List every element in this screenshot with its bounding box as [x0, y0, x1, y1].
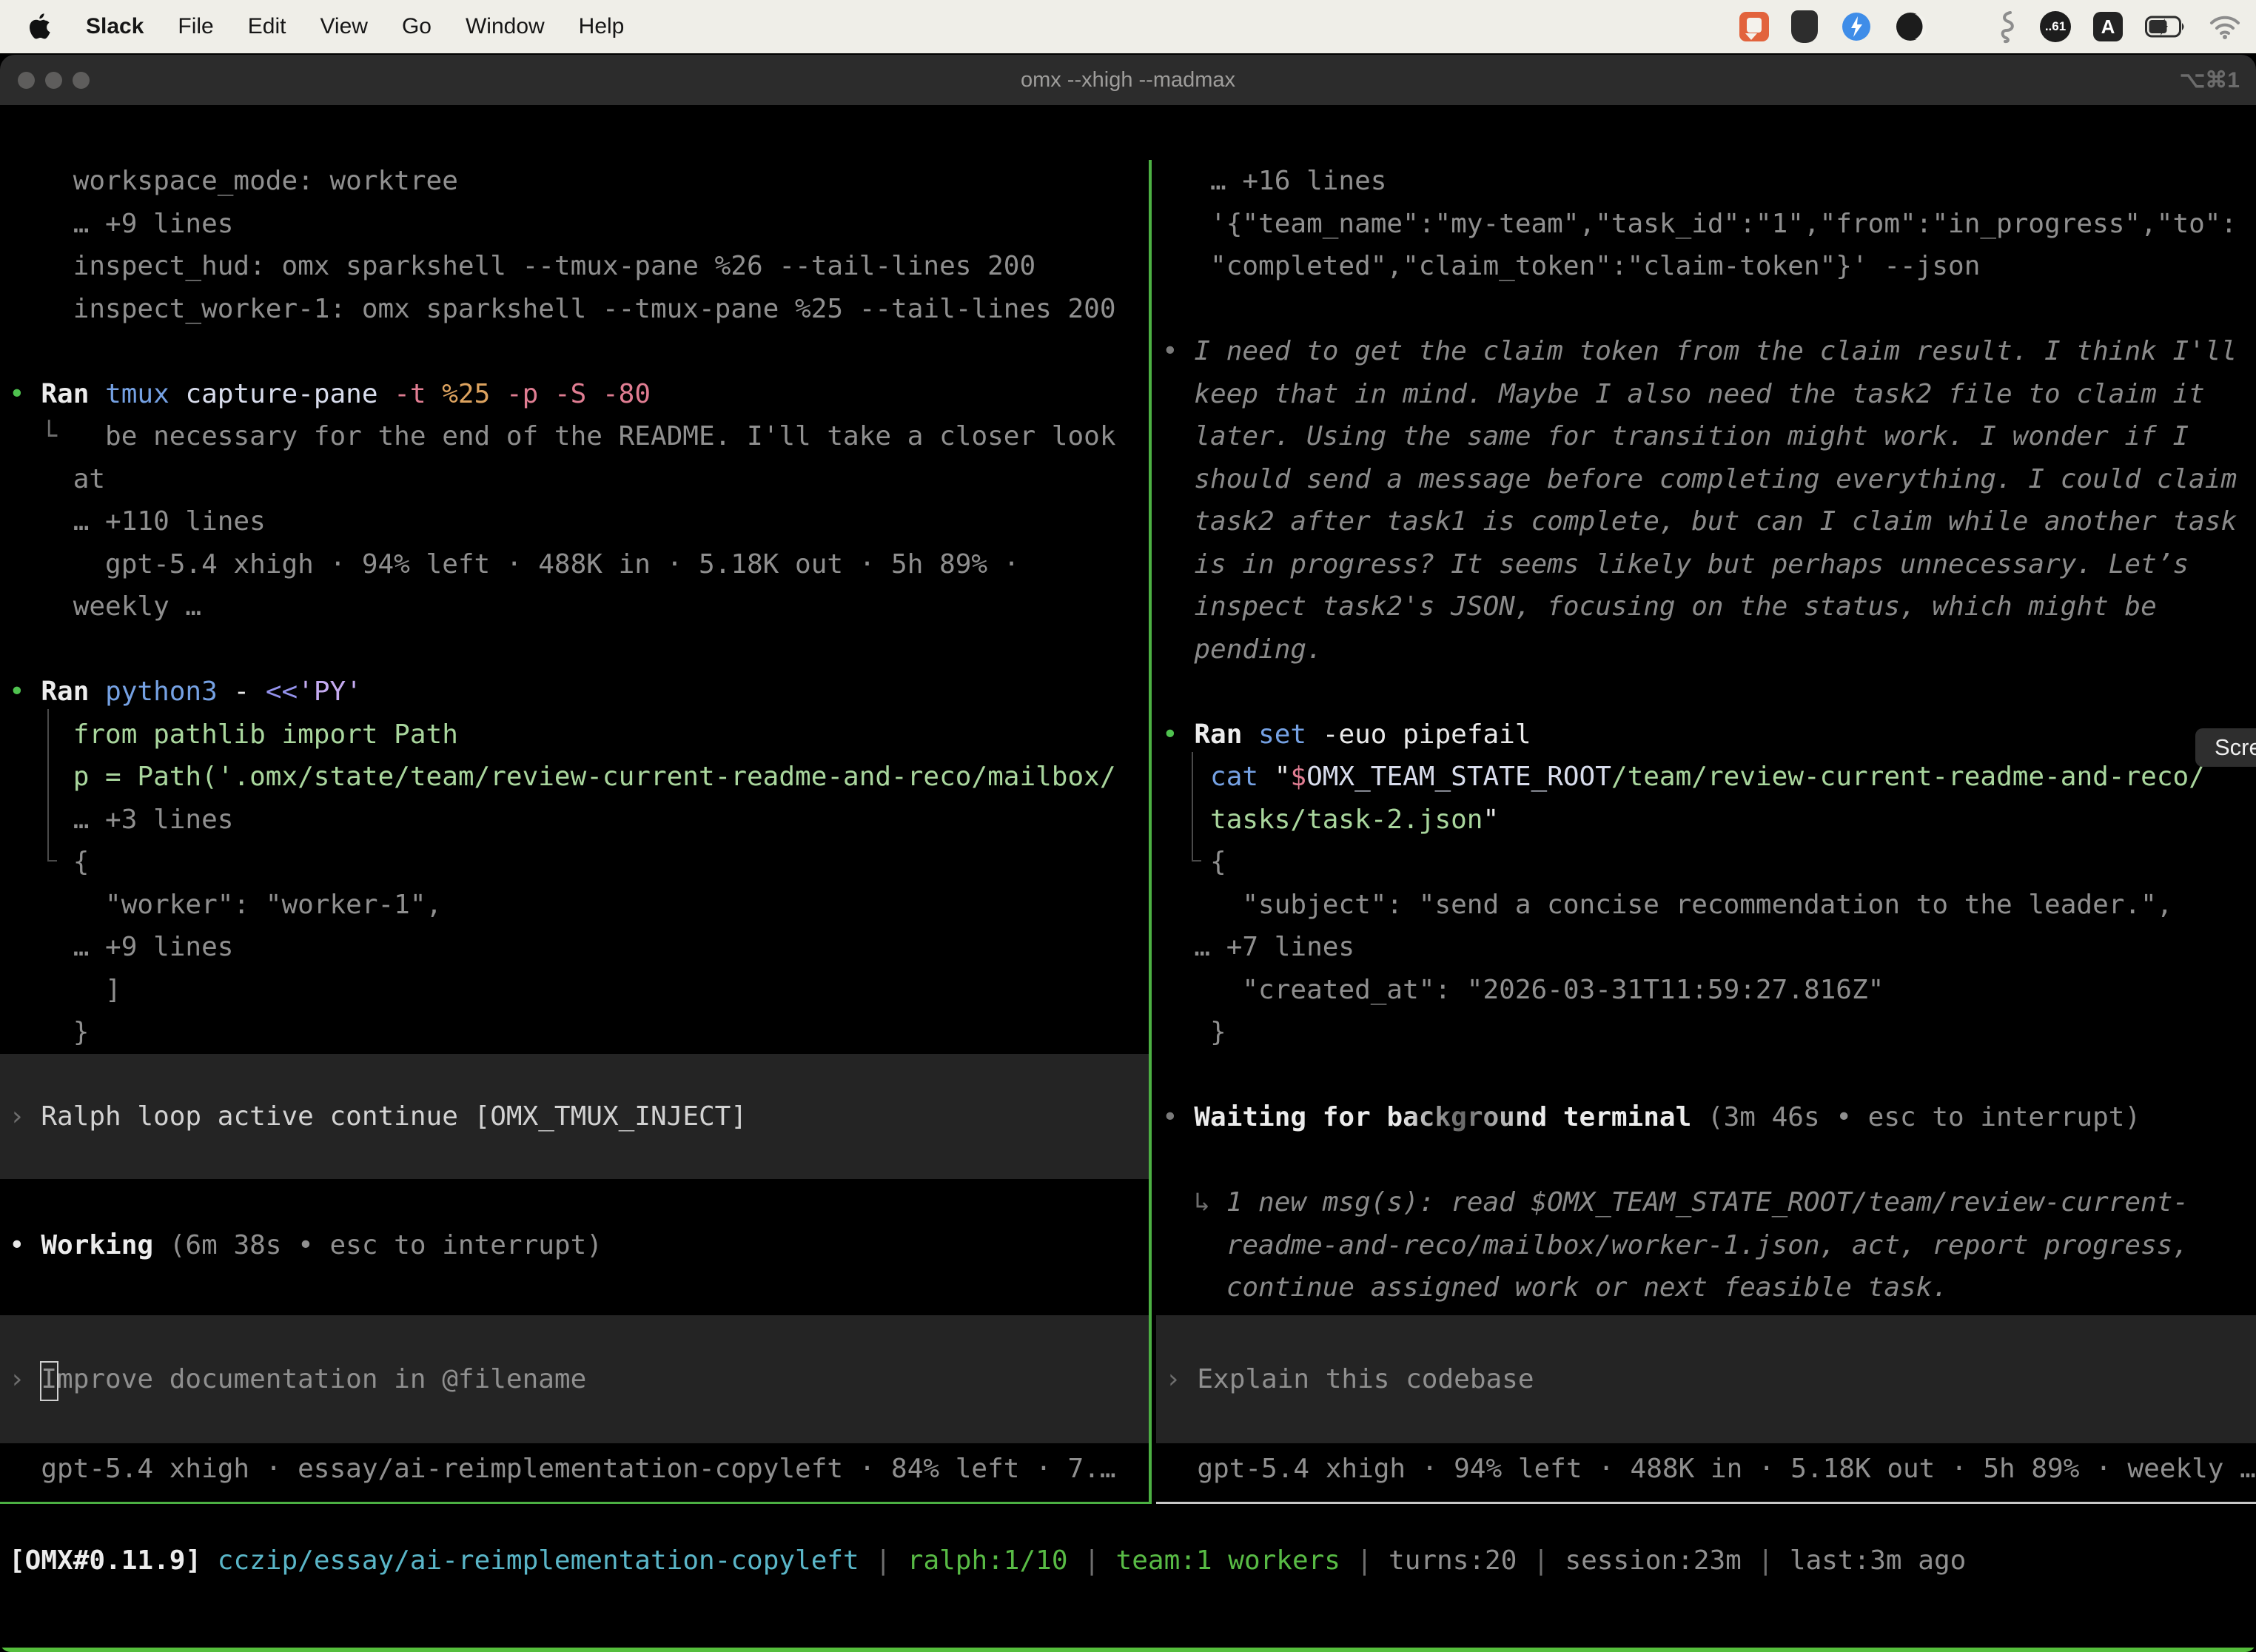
window-titlebar: omx --xhigh --madmax ⌥⌘1 — [0, 55, 2256, 105]
terminal-line: ↳ 1 new msg(s): read $OMX_TEAM_STATE_ROO… — [1156, 1181, 2256, 1224]
terminal-line: "created_at": "2026-03-31T11:59:27.816Z" — [1156, 969, 2256, 1012]
terminal-line — [0, 1181, 1149, 1224]
terminal-line: inspect_hud: omx sparkshell --tmux-pane … — [0, 245, 1149, 288]
input-source-icon[interactable]: A — [2093, 12, 2123, 41]
terminal-line: inspect_worker-1: omx sparkshell --tmux-… — [0, 288, 1149, 331]
terminal-line: • Working (6m 38s • esc to interrupt) — [0, 1224, 1149, 1267]
terminal-line: • Ran tmux capture-pane -t %25 -p -S -80 — [0, 373, 1149, 416]
terminal-line: p = Path('.omx/state/team/review-current… — [0, 756, 1149, 799]
tmux-pane-left[interactable]: workspace_mode: worktree … +9 lines insp… — [0, 160, 1149, 1504]
terminal-line: … +9 lines — [0, 203, 1149, 246]
tooltip: Scre — [2195, 728, 2256, 767]
menu-view[interactable]: View — [320, 14, 367, 39]
terminal-line: continue assigned work or next feasible … — [1156, 1266, 2256, 1309]
terminal-line — [1156, 288, 2256, 331]
squiggle-icon[interactable] — [1995, 10, 2018, 44]
contrast-circle-icon[interactable] — [1895, 11, 1926, 42]
menu-edit[interactable]: Edit — [248, 14, 286, 39]
window-title: omx --xhigh --madmax — [0, 68, 2256, 93]
menu-bar: Slack File Edit View Go Window Help ..61 — [0, 0, 2256, 53]
terminal-line — [1156, 671, 2256, 713]
battery-icon[interactable] — [2145, 16, 2186, 38]
terminal-band-line: › Ralph loop active continue [OMX_TMUX_I… — [0, 1054, 1149, 1179]
terminal-line: … +16 lines — [1156, 160, 2256, 203]
pane-left-status: gpt-5.4 xhigh · essay/ai-reimplementatio… — [0, 1448, 1149, 1491]
terminal-line: } — [1156, 1011, 2256, 1054]
terminal-line: • Waiting for background terminal (3m 46… — [1156, 1096, 2256, 1139]
tmux-pane-right[interactable]: … +16 lines '{"team_name":"my-team","tas… — [1156, 160, 2256, 1504]
terminal-line: "worker": "worker-1", — [0, 884, 1149, 927]
terminal-line: ] — [0, 969, 1149, 1012]
terminal-window: omx --xhigh --madmax ⌥⌘1 workspace_mode:… — [0, 55, 2256, 1652]
terminal-line: … +3 lines — [0, 799, 1149, 842]
terminal-line: at — [0, 458, 1149, 501]
screen-record-icon[interactable] — [1739, 12, 1769, 41]
pane-divider[interactable] — [1149, 160, 1152, 1504]
tmux-status-bar: [omx-cczip0:bash* "MacBook-Pro-44.local"… — [0, 1648, 2256, 1652]
terminal-line: keep that in mind. Maybe I also need the… — [1156, 373, 2256, 416]
blue-bolt-badge-icon[interactable] — [1840, 10, 1873, 43]
terminal-line: … +110 lines — [0, 500, 1149, 543]
apple-logo-icon[interactable] — [27, 12, 52, 41]
menu-help[interactable]: Help — [579, 14, 625, 39]
prompt-input-right[interactable]: › Explain this codebase — [1156, 1315, 2256, 1443]
terminal-line: } — [0, 1011, 1149, 1054]
terminal-line: is in progress? It seems likely but perh… — [1156, 543, 2256, 586]
terminal-line: later. Using the same for transition mig… — [1156, 415, 2256, 458]
tool-thread-line — [1192, 752, 1193, 862]
text-cursor — [40, 1361, 58, 1401]
menu-go[interactable]: Go — [402, 14, 432, 39]
terminal-line — [1156, 1054, 2256, 1097]
terminal-line: pending. — [1156, 628, 2256, 671]
terminal-line: task2 after task1 is complete, but can I… — [1156, 500, 2256, 543]
screen: Slack File Edit View Go Window Help ..61 — [0, 0, 2256, 1652]
terminal-line: … +9 lines — [0, 926, 1149, 969]
pane-right-border — [1156, 1502, 2256, 1504]
terminal-line: └ be necessary for the end of the README… — [0, 415, 1149, 458]
terminal-line: … +7 lines — [1156, 926, 2256, 969]
terminal-line: inspect task2's JSON, focusing on the st… — [1156, 585, 2256, 628]
terminal-line: { — [1156, 841, 2256, 884]
terminal-line — [0, 628, 1149, 671]
menu-window[interactable]: Window — [466, 14, 545, 39]
terminal-line: readme-and-reco/mailbox/worker-1.json, a… — [1156, 1224, 2256, 1267]
terminal-line — [0, 330, 1149, 373]
terminal-line: cat "$OMX_TEAM_STATE_ROOT/team/review-cu… — [1156, 756, 2256, 799]
terminal-line: "subject": "send a concise recommendatio… — [1156, 884, 2256, 927]
terminal-line: '{"team_name":"my-team","task_id":"1","f… — [1156, 203, 2256, 246]
wifi-icon[interactable] — [2209, 14, 2241, 39]
terminal-line: from pathlib import Path — [0, 713, 1149, 756]
menu-app-name[interactable]: Slack — [86, 14, 144, 39]
terminal-line: • Ran python3 - <<'PY' — [0, 671, 1149, 713]
badge-61-icon[interactable]: ..61 — [2040, 11, 2071, 42]
omx-status-line: [OMX#0.11.9] cczip/essay/ai-reimplementa… — [9, 1539, 1966, 1582]
terminal-line: weekly … — [0, 585, 1149, 628]
terminal-line: workspace_mode: worktree — [0, 160, 1149, 203]
prompt-input-left[interactable]: › Improve documentation in @filename — [0, 1315, 1149, 1443]
terminal-line: • I need to get the claim token from the… — [1156, 330, 2256, 373]
pane-right-status: gpt-5.4 xhigh · 94% left · 488K in · 5.1… — [1156, 1448, 2256, 1491]
terminal-line: gpt-5.4 xhigh · 94% left · 488K in · 5.1… — [0, 543, 1149, 586]
terminal-line: { — [0, 841, 1149, 884]
keypad-shield-icon[interactable] — [1791, 10, 1818, 43]
menu-file[interactable]: File — [178, 14, 213, 39]
dots-grid-icon[interactable] — [1948, 14, 1973, 39]
tool-thread-line — [47, 709, 49, 862]
terminal-line: • Ran set -euo pipefail — [1156, 713, 2256, 756]
terminal-content: workspace_mode: worktree … +9 lines insp… — [0, 105, 2256, 1652]
terminal-line: should send a message before completing … — [1156, 458, 2256, 501]
terminal-line — [1156, 1139, 2256, 1182]
pane-left-border — [0, 1502, 1149, 1504]
terminal-line: "completed","claim_token":"claim-token"}… — [1156, 245, 2256, 288]
terminal-line: tasks/task-2.json" — [1156, 799, 2256, 842]
